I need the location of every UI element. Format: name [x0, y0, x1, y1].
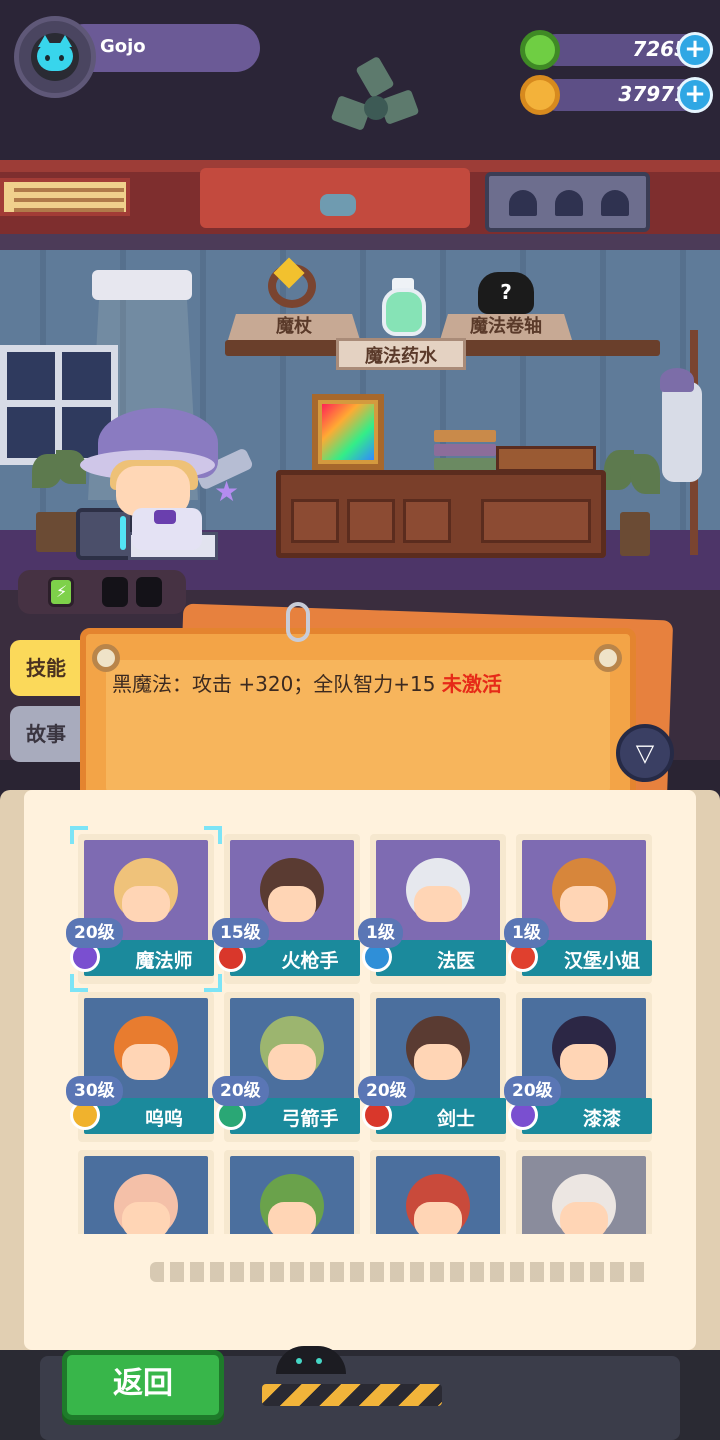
character-name: 法医 — [436, 950, 475, 972]
character-level: 1级 — [504, 918, 549, 948]
character-card[interactable] — [370, 1150, 506, 1234]
character-name: 剑士 — [436, 1108, 475, 1130]
character-portrait — [522, 1156, 646, 1234]
character-level: 1级 — [358, 918, 403, 948]
player-avatar[interactable] — [14, 16, 96, 98]
energy-battery: ⚡ — [18, 570, 186, 614]
character-name: 弓箭手 — [281, 1108, 339, 1130]
character-card[interactable]: 弓箭手 20级 — [212, 992, 360, 1142]
character-name: 汉堡小姐 — [563, 950, 640, 972]
character-card[interactable]: 魔法师 20级 — [66, 826, 222, 992]
ghost-display — [485, 172, 650, 232]
bolt-icon: ⚡ — [56, 582, 68, 601]
green-ring-coin-icon — [520, 30, 560, 70]
locked-scroll-icon[interactable]: ? — [478, 272, 534, 314]
plant-decoration — [600, 450, 664, 556]
selection-corner — [70, 974, 88, 992]
projector-lamp — [92, 270, 192, 300]
skill-effect: 黑魔法：攻击 +320；全队智力+15 — [112, 672, 436, 696]
character-card[interactable]: 呜呜 30级 — [66, 992, 214, 1142]
character-level: 20级 — [358, 1076, 415, 1106]
gem-coin-value: 7265 — [632, 37, 688, 61]
potion-label[interactable]: 魔法药水 — [336, 338, 466, 370]
scroll-label[interactable]: 魔法卷轴 — [440, 314, 572, 340]
character-card[interactable]: 剑士 20级 — [358, 992, 506, 1142]
avatar — [31, 33, 79, 81]
selection-corner — [204, 974, 222, 992]
add-gold-planet-button[interactable]: + — [677, 77, 713, 113]
fan-decoration — [330, 55, 420, 154]
character-card[interactable]: 漆漆 20级 — [504, 992, 652, 1142]
filter-button[interactable]: ▽ — [616, 724, 674, 782]
character-portrait — [230, 1156, 354, 1234]
character-name: 魔法师 — [135, 950, 193, 972]
books — [434, 430, 496, 472]
gold-planet-counter: 37971 + — [520, 75, 715, 115]
desk — [276, 470, 606, 558]
selection-corner — [204, 826, 222, 844]
selection-corner — [70, 826, 88, 844]
character-portrait — [376, 1156, 500, 1234]
character-portrait — [84, 1156, 208, 1234]
energy-cell-empty — [102, 577, 128, 607]
gold-planet-value: 37971 — [618, 82, 688, 106]
cat-icon — [37, 35, 73, 71]
player-name: Gojo — [100, 36, 146, 57]
character-card[interactable] — [224, 1150, 360, 1234]
paper-clip — [286, 602, 310, 642]
staff-label[interactable]: 魔杖 — [228, 314, 360, 340]
character-card[interactable] — [516, 1150, 652, 1234]
character-level: 15级 — [212, 918, 269, 948]
character-level: 30级 — [66, 1076, 123, 1106]
skill-description: 黑魔法：攻击 +320；全队智力+15 未激活 — [112, 668, 502, 697]
filter-icon: ▽ — [635, 739, 655, 767]
character-screen: Gojo 7265 + 37971 + ? 魔杖 魔法卷轴 魔法药水 ★ ⚡ 技… — [0, 0, 720, 1440]
page-footer-text — [150, 1262, 650, 1282]
back-button[interactable]: 返回 — [62, 1350, 224, 1420]
machinery-strip — [0, 160, 720, 250]
energy-cell-empty — [136, 577, 162, 607]
character-portrait-frame — [312, 394, 384, 470]
planet-coin-icon — [520, 75, 560, 115]
character-card[interactable]: 汉堡小姐 1级 — [504, 834, 652, 984]
skill-status: 未激活 — [441, 672, 502, 696]
potion-icon[interactable] — [382, 288, 426, 336]
character-card[interactable]: 火枪手 15级 — [212, 834, 360, 984]
character-level: 20级 — [212, 1076, 269, 1106]
character-card[interactable]: 法医 1级 — [358, 834, 506, 984]
hazard-stripe — [262, 1384, 442, 1406]
character-name: 漆漆 — [582, 1108, 621, 1130]
star-icon: ★ — [214, 475, 240, 508]
add-gem-coin-button[interactable]: + — [677, 32, 713, 68]
character-level: 20级 — [504, 1076, 561, 1106]
energy-cell-charged: ⚡ — [48, 577, 74, 607]
character-card[interactable] — [78, 1150, 214, 1234]
gem-coin-counter: 7265 + — [520, 30, 715, 70]
character-level: 20级 — [66, 918, 123, 948]
character-name: 火枪手 — [281, 950, 339, 972]
character-name: 呜呜 — [144, 1108, 183, 1130]
